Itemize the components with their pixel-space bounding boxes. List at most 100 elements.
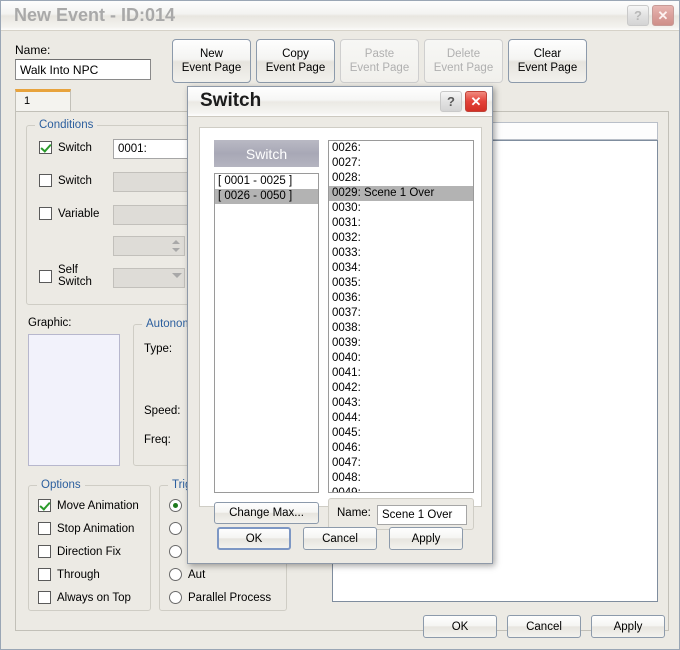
autonomous-speed-label: Speed: [144,405,181,417]
trigger-autorun-label: Aut [188,568,206,581]
titlebar-buttons: ? ✕ [627,5,674,26]
list-item[interactable]: 0026: [329,141,473,156]
option-through[interactable]: Through [38,568,100,581]
list-item[interactable]: 0045: [329,426,473,441]
condition-switch-1-checkbox[interactable] [39,141,52,154]
option-always-on-top[interactable]: Always on Top [38,591,131,604]
change-max-button[interactable]: Change Max... [214,502,319,524]
switch-listbox[interactable]: 0026: 0027: 0028: 0029: Scene 1 Over 003… [328,140,474,493]
switch-titlebar-buttons: ? ✕ [440,91,487,112]
list-item[interactable]: 0033: [329,246,473,261]
switch-dialog: Switch ? ✕ Switch [ 0001 - 0025 ] [ 0026… [187,86,493,564]
list-item[interactable]: 0029: Scene 1 Over [329,186,473,201]
name-label: Name: [15,43,51,57]
copy-event-page-button[interactable]: Copy Event Page [256,39,335,83]
through-checkbox[interactable] [38,568,51,581]
switch-footer-buttons: OK Cancel Apply [189,527,491,550]
switch-close-icon[interactable]: ✕ [465,91,487,112]
always-on-top-checkbox[interactable] [38,591,51,604]
switch-name-label: Name: [337,507,371,519]
switch-name-input[interactable]: Scene 1 Over [377,505,467,525]
condition-self-switch-combo [113,268,185,288]
condition-switch-2-checkbox[interactable] [39,174,52,187]
new-event-page-button[interactable]: New Event Page [172,39,251,83]
clear-event-page-button[interactable]: Clear Event Page [508,39,587,83]
event-page-buttons: New Event Page Copy Event Page Paste Eve… [172,39,587,83]
condition-variable-label: Variable [58,207,100,220]
trigger-parallel-process[interactable]: Parallel Process [169,591,271,604]
list-item[interactable]: 0040: [329,351,473,366]
list-item[interactable]: 0030: [329,201,473,216]
options-group: Options Move Animation Stop Animation Di… [28,479,151,611]
trigger-event-touch-radio[interactable] [169,545,182,558]
list-item[interactable]: 0039: [329,336,473,351]
switch-cancel-button[interactable]: Cancel [303,527,377,550]
trigger-autorun[interactable]: Aut [169,568,205,581]
list-item[interactable]: 0044: [329,411,473,426]
help-icon[interactable]: ? [627,5,649,26]
options-legend: Options [37,479,85,491]
cancel-button[interactable]: Cancel [507,615,581,638]
list-item[interactable]: 0034: [329,261,473,276]
switch-ok-button[interactable]: OK [217,527,291,550]
event-name-input[interactable] [15,59,151,80]
option-stop-animation[interactable]: Stop Animation [38,522,134,535]
list-item[interactable]: 0037: [329,306,473,321]
apply-button[interactable]: Apply [591,615,665,638]
trigger-parallel-label: Parallel Process [188,591,272,604]
list-item[interactable]: 0048: [329,471,473,486]
condition-switch-2-row[interactable]: Switch [39,174,92,187]
list-item[interactable]: [ 0026 - 0050 ] [215,189,318,204]
direction-fix-checkbox[interactable] [38,545,51,558]
condition-switch-2-label: Switch [58,174,92,187]
list-item[interactable]: 0043: [329,396,473,411]
list-item[interactable]: 0027: [329,156,473,171]
condition-variable-spinner [113,236,185,256]
main-titlebar: New Event - ID:014 ? ✕ [1,1,679,31]
move-animation-checkbox[interactable] [38,499,51,512]
list-item[interactable]: 0036: [329,291,473,306]
condition-self-switch-row[interactable]: Self Switch [39,264,92,288]
condition-variable-checkbox[interactable] [39,207,52,220]
spinner-up-icon[interactable] [172,240,180,244]
trigger-parallel-radio[interactable] [169,591,182,604]
conditions-legend: Conditions [35,119,98,131]
trigger-action-radio[interactable] [169,499,182,512]
condition-switch-1-row[interactable]: Switch [39,141,92,154]
list-item[interactable]: 0042: [329,381,473,396]
tab-page-1[interactable]: 1 [15,89,71,112]
switch-dialog-body: Switch [ 0001 - 0025 ] [ 0026 - 0050 ] 0… [189,117,491,562]
trigger-autorun-radio[interactable] [169,568,182,581]
autonomous-type-label: Type: [144,343,173,355]
list-item[interactable]: 0031: [329,216,473,231]
list-item[interactable]: 0032: [329,231,473,246]
list-item[interactable]: [ 0001 - 0025 ] [215,174,318,189]
ok-button[interactable]: OK [423,615,497,638]
option-direction-fix[interactable]: Direction Fix [38,545,121,558]
switch-range-listbox[interactable]: [ 0001 - 0025 ] [ 0026 - 0050 ] [214,173,319,493]
list-item[interactable]: 0038: [329,321,473,336]
condition-switch-1-label: Switch [58,141,92,154]
list-item[interactable]: 0041: [329,366,473,381]
list-item[interactable]: 0028: [329,171,473,186]
through-label: Through [57,568,100,581]
condition-variable-row[interactable]: Variable [39,207,99,220]
paste-event-page-button: Paste Event Page [340,39,419,83]
spinner-down-icon[interactable] [172,248,180,252]
list-item[interactable]: 0049: [329,486,473,492]
switch-apply-button[interactable]: Apply [389,527,463,550]
graphic-preview[interactable] [28,334,120,466]
switch-help-icon[interactable]: ? [440,91,462,112]
condition-self-switch-checkbox[interactable] [39,269,52,283]
spinner-arrows-icon[interactable] [169,238,183,254]
stop-animation-checkbox[interactable] [38,522,51,535]
screen: New Event - ID:014 ? ✕ Name: New Event P… [0,0,680,650]
close-icon[interactable]: ✕ [652,5,674,26]
list-item[interactable]: 0047: [329,456,473,471]
trigger-player-touch-radio[interactable] [169,522,182,535]
switch-titlebar: Switch ? ✕ [188,87,492,117]
list-item[interactable]: 0035: [329,276,473,291]
list-item[interactable]: 0046: [329,441,473,456]
option-move-animation[interactable]: Move Animation [38,499,139,512]
chevron-down-icon[interactable] [172,273,182,278]
